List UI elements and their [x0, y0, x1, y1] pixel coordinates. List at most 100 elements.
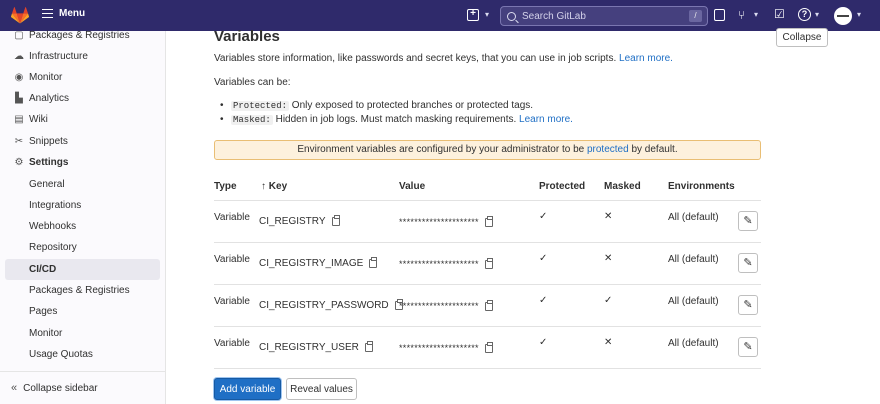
column-header-key[interactable]: ↑ Key: [261, 181, 287, 192]
sidebar-item-label: Monitor: [29, 328, 63, 339]
collapse-sidebar-button[interactable]: « Collapse sidebar: [0, 371, 166, 404]
cell-value: *********************: [399, 342, 493, 353]
copy-icon[interactable]: [364, 341, 373, 352]
search-input[interactable]: [522, 10, 682, 22]
check-icon: ✓: [539, 337, 548, 348]
copy-icon[interactable]: [331, 215, 340, 226]
search-icon: [507, 11, 516, 21]
sidebar-item-monitor[interactable]: ◉ Monitor: [0, 67, 166, 88]
sidebar-item-packages-registries[interactable]: ▢ Packages & Registries: [0, 25, 166, 46]
close-icon: ✕: [604, 253, 613, 264]
column-header-protected: Protected: [539, 181, 586, 192]
copy-icon[interactable]: [369, 257, 378, 268]
sidebar-subitem-integrations[interactable]: Integrations: [0, 195, 166, 216]
bullet-text: Hidden in job logs. Must match masking r…: [275, 114, 517, 125]
sidebar-item-label: Infrastructure: [29, 51, 88, 62]
cell-environments: All (default): [668, 296, 719, 307]
collapse-section-button[interactable]: Collapse: [776, 28, 828, 47]
hamburger-icon: [42, 9, 53, 18]
masked-code: Masked:: [231, 115, 273, 125]
alert-text: by default.: [631, 144, 678, 155]
close-icon: ✕: [604, 211, 613, 222]
help-icon[interactable]: ?: [798, 8, 811, 21]
chevron-down-icon[interactable]: ▾: [485, 10, 489, 19]
cell-value: *********************: [399, 216, 493, 227]
edit-button[interactable]: ✎: [738, 295, 758, 315]
sidebar-item-snippets[interactable]: ✂ Snippets: [0, 131, 166, 152]
sidebar-subitem-packages-registries[interactable]: Packages & Registries: [0, 280, 166, 301]
close-icon: ✕: [604, 337, 613, 348]
sidebar-item-analytics[interactable]: ▙ Analytics: [0, 88, 166, 109]
sidebar-subitem-ci-cd[interactable]: CI/CD: [5, 259, 160, 280]
copy-icon[interactable]: [484, 342, 493, 353]
cell-key: CI_REGISTRY_USER: [259, 341, 373, 353]
add-variable-button[interactable]: Add variable: [214, 378, 281, 400]
collapse-sidebar-label: Collapse sidebar: [23, 382, 98, 394]
edit-button[interactable]: ✎: [738, 253, 758, 273]
protected-link[interactable]: protected: [587, 144, 629, 155]
gitlab-logo-icon[interactable]: [11, 7, 29, 24]
issues-icon[interactable]: [714, 9, 725, 21]
column-header-key-label: Key: [268, 181, 288, 192]
sort-arrow-up-icon: ↑: [261, 181, 266, 192]
protected-code: Protected:: [231, 101, 290, 111]
sidebar-subitem-general[interactable]: General: [0, 174, 166, 195]
column-header-environments: Environments: [668, 181, 735, 192]
edit-button[interactable]: ✎: [738, 337, 758, 357]
reveal-values-button[interactable]: Reveal values: [286, 378, 357, 400]
avatar[interactable]: [834, 7, 852, 25]
divider: [214, 242, 761, 243]
cell-type: Variable: [214, 296, 250, 307]
search-shortcut-badge: /: [689, 10, 702, 22]
copy-icon[interactable]: [484, 258, 493, 269]
page-title: Variables: [214, 28, 280, 45]
cell-key-text: CI_REGISTRY_USER: [259, 342, 359, 353]
divider: [214, 326, 761, 327]
gear-icon: ⚙: [14, 156, 24, 168]
sidebar-subitem-webhooks[interactable]: Webhooks: [0, 216, 166, 237]
copy-icon[interactable]: [484, 300, 493, 311]
sidebar-item-label: CI/CD: [29, 264, 57, 275]
sidebar-item-infrastructure[interactable]: ☁ Infrastructure: [0, 46, 166, 67]
sidebar-subitem-repository[interactable]: Repository: [0, 237, 166, 258]
chevron-down-icon[interactable]: ▾: [857, 10, 861, 19]
menu-button[interactable]: Menu: [42, 8, 85, 19]
sidebar-item-label: General: [29, 179, 65, 190]
copy-icon[interactable]: [484, 216, 493, 227]
cell-type: Variable: [214, 338, 250, 349]
sidebar-item-label: Pages: [29, 306, 58, 317]
sidebar-subitem-pages[interactable]: Pages: [0, 301, 166, 322]
cell-type: Variable: [214, 254, 250, 265]
main-content: Variables Collapse Variables store infor…: [167, 28, 880, 404]
sidebar-item-settings[interactable]: ⚙ Settings: [0, 152, 166, 173]
column-header-type: Type: [214, 181, 237, 192]
description-text: Variables store information, like passwo…: [214, 53, 617, 64]
sidebar-item-label: Webhooks: [29, 221, 77, 232]
sidebar-item-wiki[interactable]: ▤ Wiki: [0, 109, 166, 130]
column-header-value: Value: [399, 181, 426, 192]
bullet-text: Only exposed to protected branches or pr…: [291, 100, 534, 111]
chevron-down-icon[interactable]: ▾: [815, 10, 819, 19]
masking-learn-more-link[interactable]: Learn more.: [519, 114, 573, 125]
check-icon: ✓: [539, 253, 548, 264]
cell-key-text: CI_REGISTRY_IMAGE: [259, 258, 364, 269]
cell-environments: All (default): [668, 338, 719, 349]
pencil-icon: ✎: [743, 257, 753, 269]
divider: [214, 200, 761, 201]
create-new-icon[interactable]: +: [467, 9, 479, 21]
learn-more-link[interactable]: Learn more.: [619, 53, 673, 64]
merge-requests-icon[interactable]: ⑂: [738, 8, 745, 22]
double-chevron-left-icon: «: [11, 382, 18, 394]
cell-value-text: *********************: [399, 259, 479, 269]
todo-icon[interactable]: ☑: [774, 7, 785, 21]
sidebar-item-label: Wiki: [29, 114, 48, 125]
sidebar-item-label: Integrations: [29, 200, 82, 211]
sidebar-subitem-usage-quotas[interactable]: Usage Quotas: [0, 344, 166, 365]
divider: [214, 284, 761, 285]
edit-button[interactable]: ✎: [738, 211, 758, 231]
chevron-down-icon[interactable]: ▾: [754, 10, 758, 19]
search-box[interactable]: /: [500, 6, 708, 26]
sidebar-subitem-monitor[interactable]: Monitor: [0, 323, 166, 344]
sidebar-item-label: Monitor: [29, 72, 63, 83]
can-be-text: Variables can be:: [214, 77, 291, 88]
